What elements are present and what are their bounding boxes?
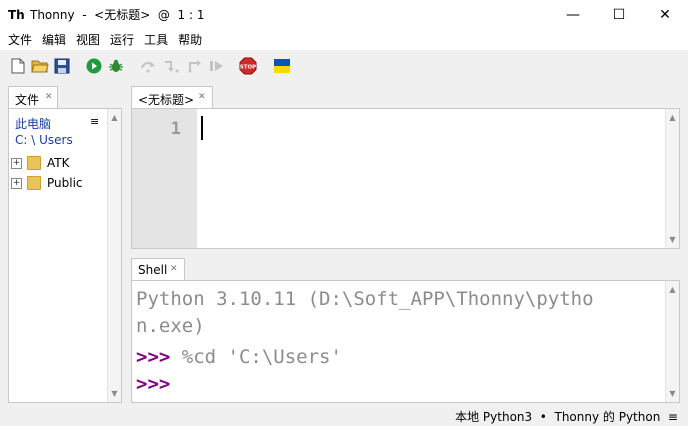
line-number-gutter: 1	[132, 109, 197, 248]
open-folder-icon	[31, 60, 49, 73]
ukraine-support-button[interactable]	[273, 57, 291, 75]
minimize-icon: —	[566, 7, 580, 23]
files-scrollbar[interactable]: ▲ ▼	[107, 109, 121, 402]
tab-shell[interactable]: Shell ✕	[131, 258, 185, 281]
menu-help[interactable]: 帮助	[174, 30, 206, 50]
files-menu-icon[interactable]: ≡	[90, 115, 99, 128]
step-out-button[interactable]	[186, 57, 204, 75]
editor-tab-label: <无标题>	[138, 93, 195, 107]
menu-bar: 文件 编辑 视图 运行 工具 帮助	[0, 30, 688, 50]
step-over-icon	[141, 62, 155, 73]
new-file-icon	[11, 58, 25, 74]
folder-icon	[27, 176, 41, 190]
window-title: Thonny - <无标题> @ 1 : 1	[30, 8, 205, 22]
bug-icon	[109, 59, 123, 72]
interpreter-selector[interactable]: 本地 Python3 • Thonny 的 Python ≡	[455, 408, 678, 425]
menu-view[interactable]: 视图	[72, 30, 104, 50]
save-file-button[interactable]	[53, 57, 71, 75]
new-file-button[interactable]	[9, 57, 27, 75]
expand-icon[interactable]: +	[11, 157, 22, 169]
step-over-button[interactable]	[140, 57, 158, 75]
step-out-icon	[188, 60, 201, 73]
close-icon[interactable]: ✕	[170, 264, 178, 274]
close-button[interactable]: ✕	[642, 0, 688, 30]
location-label[interactable]: 此电脑	[15, 115, 51, 132]
ukraine-flag-icon	[274, 59, 290, 73]
scroll-up-icon[interactable]: ▲	[666, 113, 679, 122]
tree-item-atk[interactable]: + ATK	[11, 154, 69, 172]
shell-input-line[interactable]: >>>	[136, 371, 170, 398]
close-icon: ✕	[659, 7, 671, 23]
shell-scrollbar[interactable]: ▲ ▼	[665, 281, 679, 402]
open-file-button[interactable]	[31, 57, 49, 75]
shell-prompt: >>>	[136, 346, 171, 368]
stop-sign-icon: STOP	[239, 57, 257, 75]
menu-run[interactable]: 运行	[106, 30, 138, 50]
maximize-button[interactable]: ☐	[596, 0, 642, 30]
shell-command-line: >>> %cd 'C:\Users'	[136, 344, 342, 371]
run-icon	[86, 58, 102, 74]
menu-tools[interactable]: 工具	[140, 30, 172, 50]
shell-tab-label: Shell	[138, 263, 168, 277]
scroll-down-icon[interactable]: ▼	[108, 389, 121, 398]
close-icon[interactable]: ✕	[45, 92, 53, 102]
files-panel: 此电脑 C: \ Users ≡ + ATK + Public ▲ ▼	[8, 108, 122, 403]
scroll-up-icon[interactable]: ▲	[666, 285, 679, 294]
shell-banner-line: Python 3.10.11 (D:\Soft_APP\Thonny\pytho	[136, 288, 594, 310]
line-number: 1	[170, 119, 181, 139]
stop-button[interactable]: STOP	[239, 57, 257, 75]
thonny-app-icon: Th	[8, 8, 25, 22]
scroll-down-icon[interactable]: ▼	[666, 389, 679, 398]
tree-item-label: ATK	[47, 156, 70, 170]
title-bar: Th Thonny - <无标题> @ 1 : 1 — ☐ ✕	[0, 0, 688, 30]
shell-prompt: >>>	[136, 373, 171, 395]
scroll-down-icon[interactable]: ▼	[666, 235, 679, 244]
step-into-button[interactable]	[163, 57, 181, 75]
menu-edit[interactable]: 编辑	[38, 30, 70, 50]
code-editor[interactable]: 1 ▲ ▼	[131, 108, 680, 249]
shell-command: %cd 'C:\Users'	[170, 346, 342, 368]
menu-file[interactable]: 文件	[4, 30, 36, 50]
toolbar: STOP	[0, 50, 688, 82]
resume-icon	[210, 61, 223, 71]
minimize-button[interactable]: —	[550, 0, 596, 30]
files-tab-label: 文件	[15, 93, 40, 107]
debug-button[interactable]	[107, 57, 125, 75]
current-path[interactable]: C: \ Users	[15, 133, 73, 147]
tab-untitled[interactable]: <无标题> ✕	[131, 86, 213, 109]
shell-console[interactable]: Python 3.10.11 (D:\Soft_APP\Thonny\pytho…	[131, 280, 680, 403]
text-cursor	[201, 116, 203, 140]
folder-icon	[27, 156, 41, 170]
tree-item-public[interactable]: + Public	[11, 174, 83, 192]
shell-banner-line: n.exe)	[136, 315, 205, 337]
expand-icon[interactable]: +	[11, 177, 22, 189]
resume-button[interactable]	[208, 57, 226, 75]
step-into-icon	[165, 61, 179, 73]
status-bar: 本地 Python3 • Thonny 的 Python ≡	[0, 404, 688, 426]
close-icon[interactable]: ✕	[198, 92, 206, 102]
stop-sign-label: STOP	[240, 65, 256, 71]
scroll-up-icon[interactable]: ▲	[108, 113, 121, 122]
maximize-icon: ☐	[612, 7, 626, 23]
run-button[interactable]	[85, 57, 103, 75]
tree-item-label: Public	[47, 176, 83, 190]
save-disk-icon	[54, 58, 70, 74]
editor-scrollbar[interactable]: ▲ ▼	[665, 109, 679, 248]
tab-files[interactable]: 文件 ✕	[8, 86, 58, 109]
